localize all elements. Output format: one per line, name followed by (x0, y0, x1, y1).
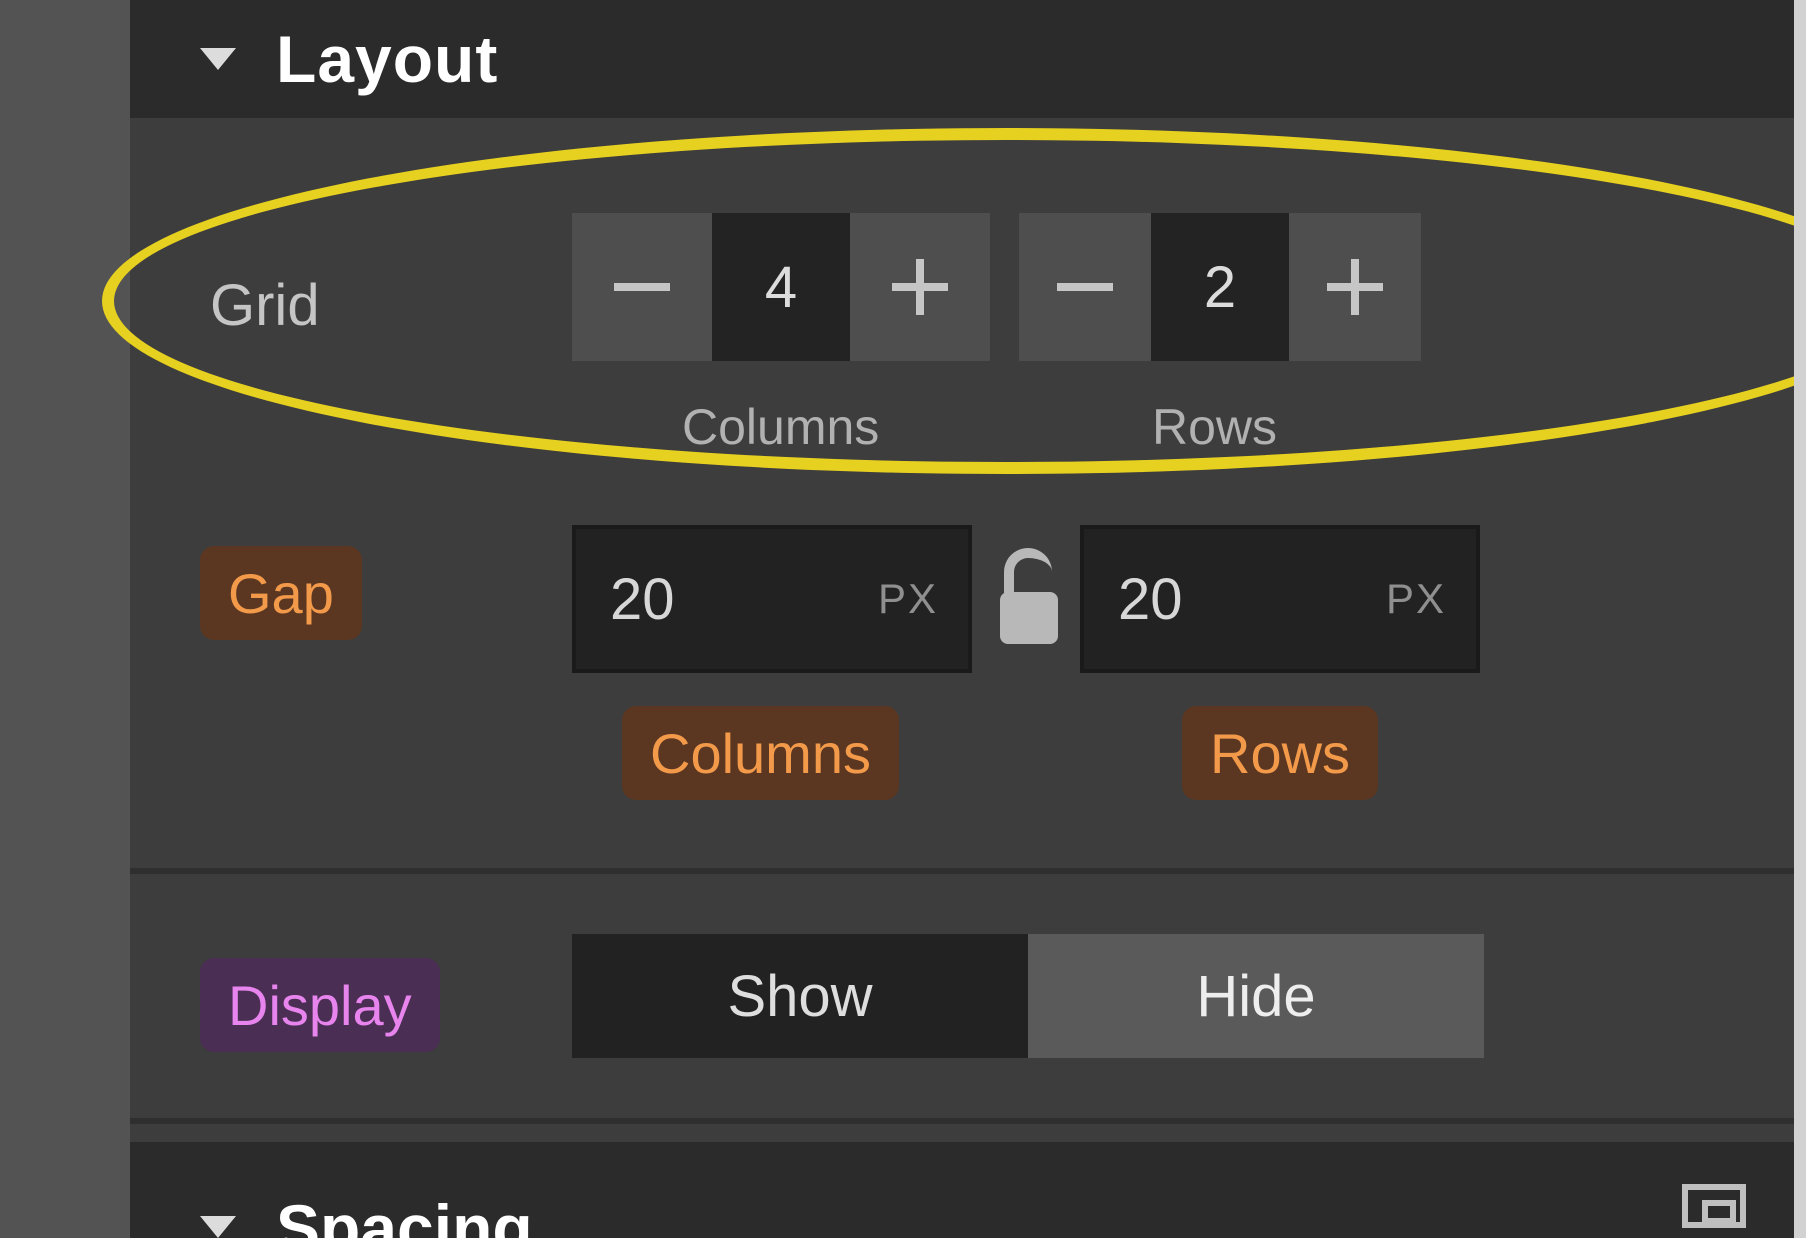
caret-down-icon (200, 1216, 236, 1238)
panel-right-edge (1794, 0, 1806, 1238)
gap-rows-unit[interactable]: PX (1386, 575, 1476, 623)
app-background: Layout Grid 4 2 Columns Rows Gap 20 PX (0, 0, 1806, 1238)
gap-rows-sublabel-chip[interactable]: Rows (1182, 706, 1378, 800)
grid-columns-increment[interactable] (850, 213, 990, 361)
grid-rows-decrement[interactable] (1019, 213, 1151, 361)
grid-columns-value[interactable]: 4 (712, 213, 850, 361)
gap-rows-value: 20 (1084, 566, 1386, 633)
lock-body-icon (1000, 592, 1058, 644)
grid-rows-value[interactable]: 2 (1151, 213, 1289, 361)
unlock-icon (1004, 548, 1052, 596)
layout-section-title: Layout (276, 21, 498, 97)
gap-columns-unit[interactable]: PX (878, 575, 968, 623)
spacing-section-header[interactable]: Spacing (130, 1142, 1806, 1238)
style-panel: Layout Grid 4 2 Columns Rows Gap 20 PX (130, 0, 1806, 1238)
box-model-icon[interactable] (1682, 1184, 1746, 1228)
display-segmented-control: Show Hide (572, 934, 1484, 1058)
display-hide-option[interactable]: Hide (1028, 934, 1484, 1058)
display-show-option[interactable]: Show (572, 934, 1028, 1058)
plus-icon (892, 259, 948, 315)
layout-section-header[interactable]: Layout (130, 0, 1806, 118)
gap-rows-input[interactable]: 20 PX (1080, 525, 1480, 673)
grid-label: Grid (210, 272, 320, 339)
gap-columns-input[interactable]: 20 PX (572, 525, 972, 673)
grid-rows-stepper: 2 (1019, 213, 1421, 361)
gap-lock-toggle[interactable] (996, 548, 1062, 648)
row-divider (130, 868, 1806, 874)
spacing-section-title: Spacing (276, 1190, 533, 1238)
display-label-chip[interactable]: Display (200, 958, 440, 1052)
minus-icon (1057, 283, 1113, 291)
grid-rows-increment[interactable] (1289, 213, 1421, 361)
section-divider (130, 1118, 1806, 1124)
gap-label-chip[interactable]: Gap (200, 546, 362, 640)
grid-columns-sublabel: Columns (682, 398, 879, 456)
grid-columns-decrement[interactable] (572, 213, 712, 361)
gap-columns-sublabel-chip[interactable]: Columns (622, 706, 899, 800)
grid-columns-stepper: 4 (572, 213, 990, 361)
gap-columns-value: 20 (576, 566, 878, 633)
plus-icon (1327, 259, 1383, 315)
caret-down-icon (200, 48, 236, 70)
grid-rows-sublabel: Rows (1152, 398, 1277, 456)
minus-icon (614, 283, 670, 291)
